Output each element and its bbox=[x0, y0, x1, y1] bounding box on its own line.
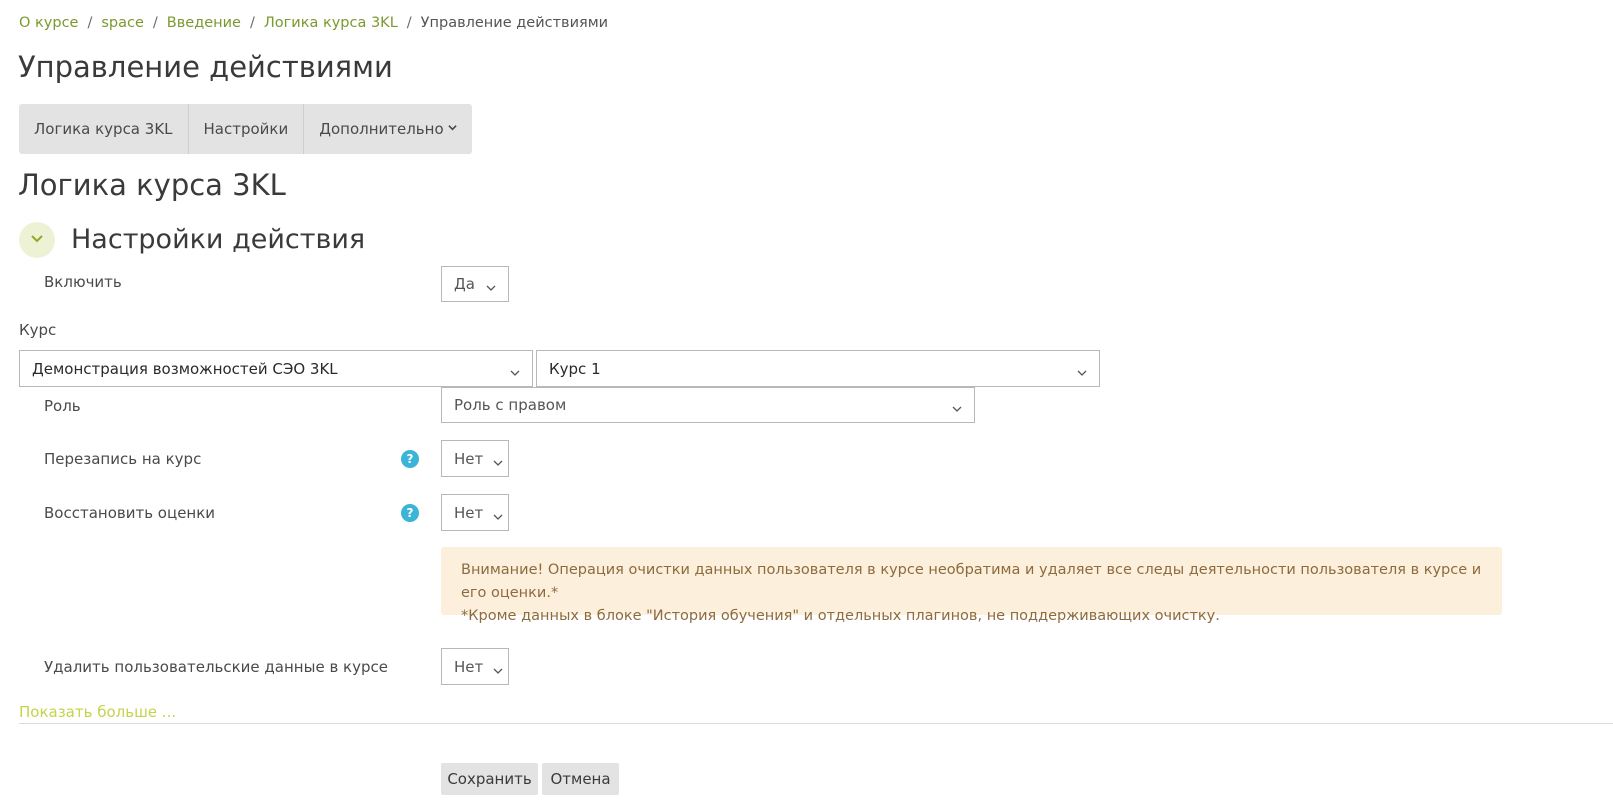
help-icon[interactable]: ? bbox=[401, 504, 419, 522]
help-icon[interactable]: ? bbox=[401, 450, 419, 468]
course-category-select[interactable]: Демонстрация возможностей СЭО 3KL bbox=[19, 350, 533, 387]
save-button[interactable]: Сохранить bbox=[441, 763, 538, 795]
chevron-down-icon bbox=[29, 230, 45, 250]
course-value: Курс 1 bbox=[549, 359, 601, 378]
warning-line-2: *Кроме данных в блоке "История обучения"… bbox=[461, 608, 1220, 624]
course-select[interactable]: Курс 1 bbox=[536, 350, 1100, 387]
reenroll-label: Перезапись на курс bbox=[44, 450, 202, 468]
enable-select[interactable]: Да bbox=[441, 266, 509, 302]
breadcrumb-separator: / bbox=[87, 15, 93, 31]
enable-select-value: Да bbox=[454, 275, 475, 293]
page-title: Управление действиями bbox=[18, 50, 393, 84]
warning-line-1: Внимание! Операция очистки данных пользо… bbox=[461, 562, 1482, 601]
reenroll-select-value: Нет bbox=[454, 449, 484, 468]
chevron-down-icon bbox=[447, 123, 457, 135]
breadcrumb-item-space[interactable]: space bbox=[101, 15, 144, 31]
role-select-value: Роль с правом bbox=[454, 396, 567, 414]
divider bbox=[19, 723, 1613, 724]
tab-label: Дополнительно bbox=[319, 120, 444, 138]
chevron-down-icon bbox=[493, 662, 503, 674]
tab-more[interactable]: Дополнительно bbox=[304, 104, 472, 154]
chevron-down-icon bbox=[493, 454, 503, 466]
breadcrumb-current: Управление действиями bbox=[420, 15, 609, 31]
delete-user-data-select[interactable]: Нет bbox=[441, 648, 509, 685]
restore-grades-select-value: Нет bbox=[454, 503, 484, 522]
collapse-toggle-button[interactable] bbox=[19, 222, 55, 258]
secondary-nav-tabs: Логика курса 3KL Настройки Дополнительно bbox=[19, 104, 472, 154]
chevron-down-icon bbox=[952, 400, 962, 412]
breadcrumb-item-intro[interactable]: Введение bbox=[167, 15, 241, 31]
course-label: Курс bbox=[19, 321, 57, 339]
enable-label: Включить bbox=[44, 273, 122, 291]
role-select[interactable]: Роль с правом bbox=[441, 387, 975, 423]
breadcrumb-separator: / bbox=[249, 15, 255, 31]
delete-user-data-select-value: Нет bbox=[454, 657, 484, 676]
chevron-down-icon bbox=[486, 279, 496, 291]
chevron-down-icon bbox=[510, 364, 520, 376]
chevron-down-icon bbox=[1077, 364, 1087, 376]
tab-course-logic[interactable]: Логика курса 3KL bbox=[19, 104, 189, 154]
role-label: Роль bbox=[44, 397, 81, 415]
course-category-value: Демонстрация возможностей СЭО 3KL bbox=[32, 359, 338, 378]
tab-label: Настройки bbox=[203, 120, 289, 138]
delete-user-data-label: Удалить пользовательские данные в курсе bbox=[44, 658, 388, 676]
section-title: Логика курса 3KL bbox=[18, 168, 286, 202]
chevron-down-icon bbox=[493, 508, 503, 520]
restore-grades-label: Восстановить оценки bbox=[44, 504, 216, 522]
breadcrumb-item-about-course[interactable]: О курсе bbox=[19, 15, 78, 31]
tab-settings[interactable]: Настройки bbox=[188, 104, 305, 154]
reenroll-select[interactable]: Нет bbox=[441, 440, 509, 477]
warning-alert: Внимание! Операция очистки данных пользо… bbox=[441, 547, 1502, 624]
breadcrumb-separator: / bbox=[152, 15, 158, 31]
tab-label: Логика курса 3KL bbox=[34, 120, 173, 138]
breadcrumb-separator: / bbox=[406, 15, 412, 31]
breadcrumb-item-course-logic[interactable]: Логика курса 3KL bbox=[264, 15, 398, 31]
breadcrumb: О курсе / space / Введение / Логика курс… bbox=[19, 15, 608, 31]
cancel-button[interactable]: Отмена bbox=[542, 763, 619, 795]
restore-grades-select[interactable]: Нет bbox=[441, 494, 509, 531]
show-more-link[interactable]: Показать больше ... bbox=[19, 703, 176, 721]
fieldset-title: Настройки действия bbox=[71, 224, 366, 255]
